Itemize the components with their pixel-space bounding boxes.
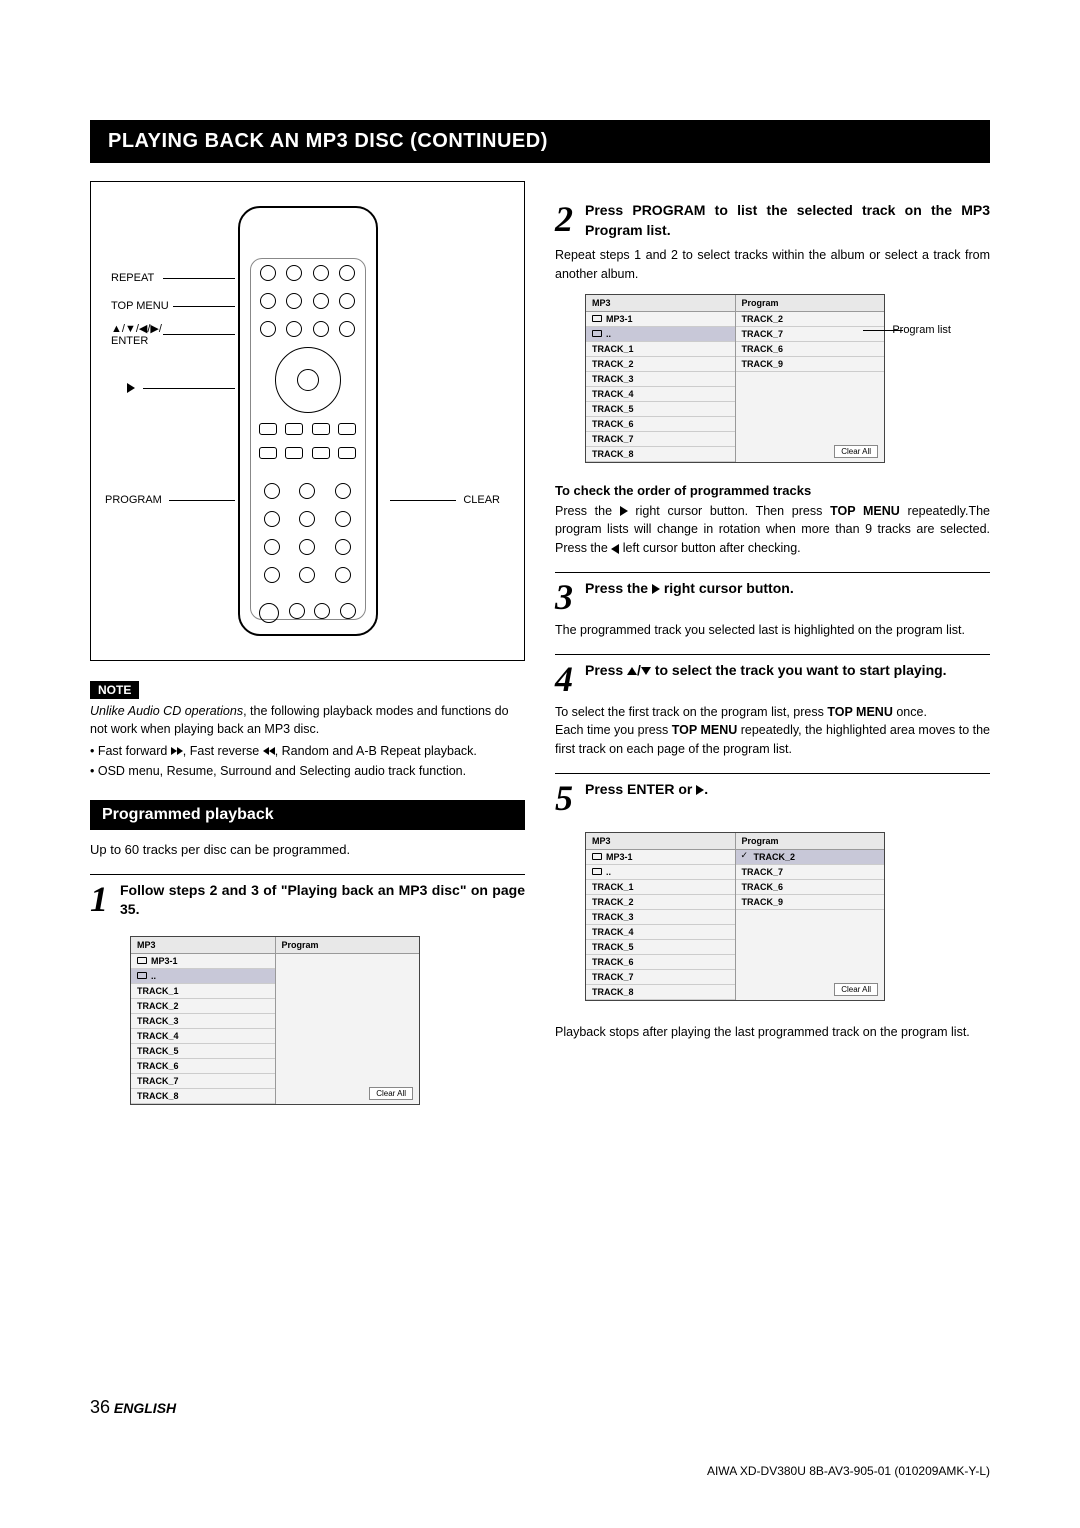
remote-diagram: REPEAT TOP MENU ▲/▼/◀/▶/ ENTER PROGRAM C… [90,181,525,661]
os-head-right: Program [276,937,420,954]
step-1-title: Follow steps 2 and 3 of "Playing back an… [120,881,525,920]
up-cursor-icon [627,667,637,675]
fast-forward-icon [171,744,183,758]
step-5-body: Playback stops after playing the last pr… [555,1023,990,1042]
step-3-number: 3 [555,579,573,615]
note-block: NOTE Unlike Audio CD operations, the fol… [90,681,525,780]
step-5-title: Press ENTER or . [585,780,708,800]
note-italic: Unlike Audio CD operations [90,704,243,718]
onscreen-display-2: MP3 Program MP3-1 .. TRACK_1 TRACK_2 TRA… [585,294,885,463]
clear-all-button: Clear All [369,1087,413,1100]
note-bullet-2: • OSD menu, Resume, Surround and Selecti… [90,762,525,780]
prog-intro: Up to 60 tracks per disc can be programm… [90,840,525,860]
folder-icon [137,972,147,979]
step-5: 5 Press ENTER or . [555,773,990,816]
label-program: PROGRAM [105,494,162,506]
down-cursor-icon [641,667,651,675]
step-2-title: Press PROGRAM to list the selected track… [585,201,990,240]
right-cursor-icon [620,506,628,516]
page-number: 36 [90,1397,110,1417]
label-dpad: ▲/▼/◀/▶/ ENTER [111,322,162,347]
step-4: 4 Press / to select the track you want t… [555,654,990,697]
right-cursor-icon [652,584,660,594]
subhead-check-order: To check the order of programmed tracks [555,483,990,498]
label-repeat: REPEAT [111,272,154,284]
label-play [127,382,135,394]
step-1: 1 Follow steps 2 and 3 of "Playing back … [90,874,525,920]
label-topmenu: TOP MENU [111,300,169,312]
document-id: AIWA XD-DV380U 8B-AV3-905-01 (010209AMK-… [707,1464,990,1478]
step-3-title: Press the right cursor button. [585,579,794,599]
page-title: PLAYING BACK AN MP3 DISC (CONTINUED) [90,120,990,163]
fast-reverse-icon [263,744,275,758]
os-folder: MP3-1 [151,956,178,966]
section-programmed-playback: Programmed playback [90,800,525,830]
check-icon [742,853,750,861]
onscreen-display-3: MP3 Program MP3-1 .. TRACK_1 TRACK_2 TRA… [585,832,885,1001]
step-2-body: Repeat steps 1 and 2 to select tracks wi… [555,246,990,284]
onscreen-display-1: MP3 Program MP3-1 .. TRACK_1 TRACK_2 TRA… [130,936,420,1105]
step-3: 3 Press the right cursor button. [555,572,990,615]
step-2: 2 Press PROGRAM to list the selected tra… [555,195,990,240]
note-label: NOTE [90,681,139,699]
step-2-number: 2 [555,201,573,237]
label-clear: CLEAR [463,494,500,506]
page-footer: 36 ENGLISH [90,1397,990,1418]
step-4-body-1: To select the first track on the program… [555,703,990,722]
step-1-number: 1 [90,881,108,917]
step-4-body-2: Each time you press TOP MENU repeatedly,… [555,721,990,759]
os-up: .. [151,971,156,981]
folder-icon [137,957,147,964]
note-bullet-1: • Fast forward , Fast reverse , Random a… [90,742,525,760]
check-order-body: Press the right cursor button. Then pres… [555,502,990,558]
os-head-left: MP3 [131,937,276,954]
page-language: ENGLISH [114,1400,176,1416]
step-4-title: Press / to select the track you want to … [585,661,947,681]
step-4-number: 4 [555,661,573,697]
step-5-number: 5 [555,780,573,816]
step-3-body: The programmed track you selected last i… [555,621,990,640]
